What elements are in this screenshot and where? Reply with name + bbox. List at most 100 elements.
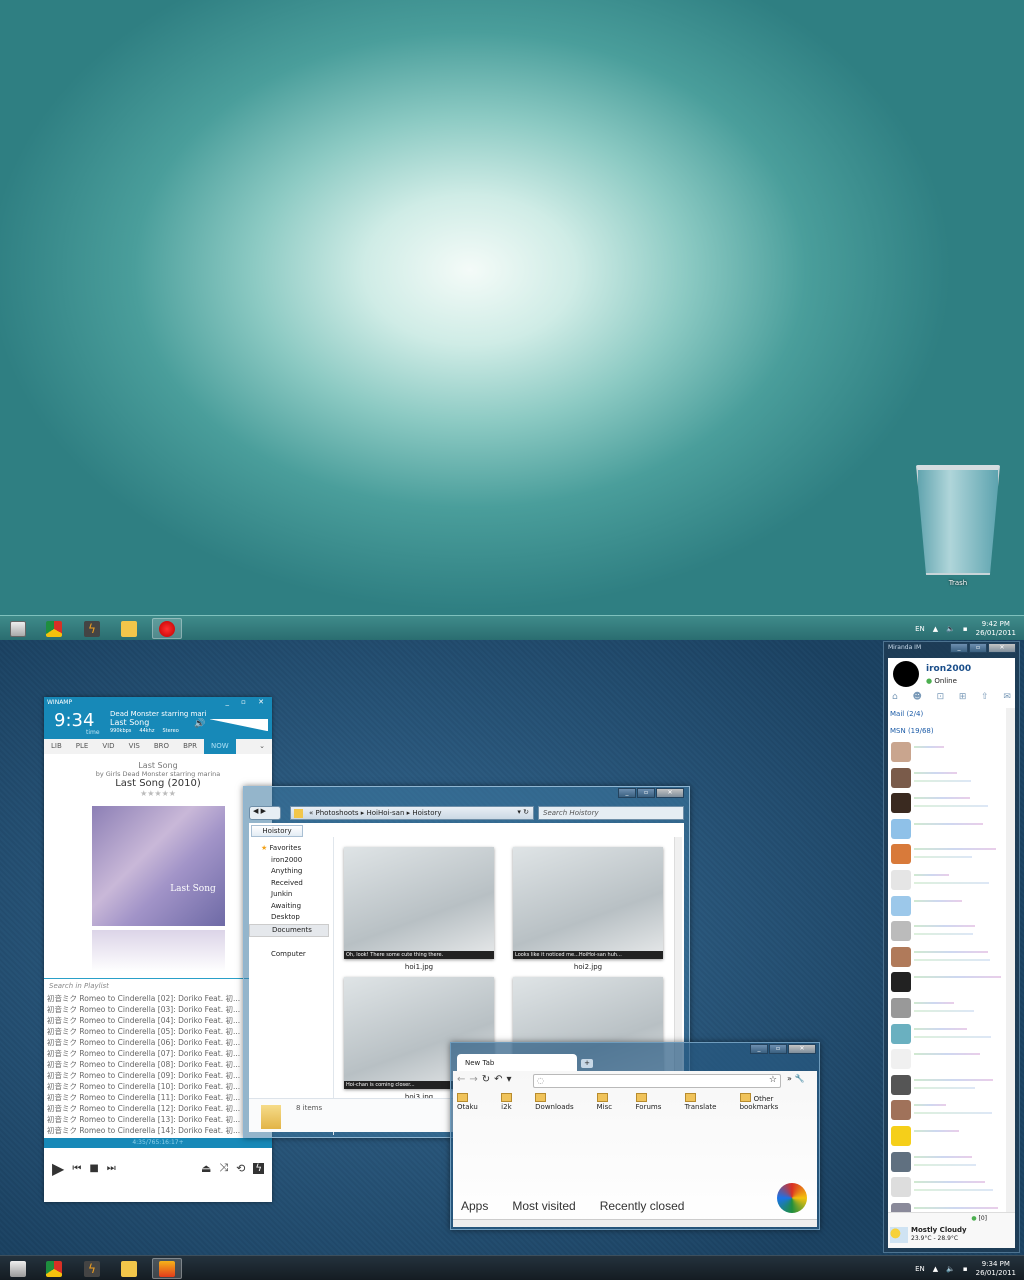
close-button[interactable]: ✕ bbox=[656, 788, 684, 798]
clock[interactable]: 9:42 PM 26/01/2011 bbox=[976, 620, 1016, 638]
tab-vid[interactable]: VID bbox=[95, 739, 121, 754]
volume-icon[interactable]: 🔊 bbox=[194, 719, 205, 729]
contact-item[interactable] bbox=[888, 1175, 1005, 1201]
playlist-item[interactable]: 初音ミク Romeo to Cinderella [06]: Doriko Fe… bbox=[47, 1037, 270, 1048]
start-button[interactable] bbox=[3, 1258, 33, 1279]
nav-item[interactable]: Received bbox=[249, 878, 329, 890]
address-bar[interactable]: « Photoshoots ▸ HoiHoi-san ▸ Hoistory ▾ … bbox=[290, 806, 534, 820]
tab-hoistory[interactable]: Hoistory bbox=[251, 825, 303, 837]
maximize-button[interactable]: ▫ bbox=[969, 643, 987, 653]
taskbar-miranda[interactable] bbox=[152, 1258, 182, 1279]
volume-icon[interactable]: 🔈 bbox=[946, 625, 955, 633]
playlist-search-input[interactable]: Search in Playlist bbox=[44, 978, 272, 993]
taskbar-winamp[interactable]: ϟ bbox=[77, 1258, 107, 1279]
playlist-item[interactable]: 初音ミク Romeo to Cinderella [12]: Doriko Fe… bbox=[47, 1103, 270, 1114]
file-name[interactable]: hoi2.jpg bbox=[513, 963, 663, 971]
contact-item[interactable] bbox=[888, 1047, 1005, 1073]
nav-item[interactable]: Anything bbox=[249, 866, 329, 878]
new-tab-button[interactable]: + bbox=[581, 1059, 593, 1068]
show-hidden-icons[interactable]: ▲ bbox=[933, 625, 938, 633]
bookmark[interactable]: Downloads bbox=[535, 1093, 586, 1111]
playlist-item[interactable]: 初音ミク Romeo to Cinderella [08]: Doriko Fe… bbox=[47, 1059, 270, 1070]
playlist-item[interactable]: 初音ミク Romeo to Cinderella [09]: Doriko Fe… bbox=[47, 1070, 270, 1081]
repeat-button[interactable]: ⟲ bbox=[236, 1162, 245, 1175]
other-bookmarks[interactable]: Other bookmarks bbox=[740, 1093, 813, 1111]
tab-new-tab[interactable]: New Tab bbox=[457, 1054, 577, 1072]
minimize-button[interactable]: _ bbox=[750, 1044, 768, 1054]
action-center-icon[interactable]: ▪ bbox=[963, 625, 968, 633]
contact-item[interactable] bbox=[888, 766, 1005, 792]
bookmark[interactable]: i2k bbox=[501, 1093, 525, 1111]
volume-slider[interactable] bbox=[210, 719, 268, 731]
winamp-window-buttons[interactable]: _ ▫ ✕ bbox=[225, 698, 269, 706]
playlist-item[interactable]: 初音ミク Romeo to Cinderella [07]: Doriko Fe… bbox=[47, 1048, 270, 1059]
contact-scrollbar[interactable] bbox=[1006, 708, 1015, 1216]
taskbar-miranda[interactable] bbox=[152, 618, 182, 639]
contact-item[interactable] bbox=[888, 919, 1005, 945]
ntp-most-visited[interactable]: Most visited bbox=[512, 1199, 575, 1213]
rating-stars[interactable]: ★★★★★ bbox=[44, 789, 272, 798]
stop-button[interactable]: ■ bbox=[89, 1163, 98, 1174]
action-center-icon[interactable]: ▪ bbox=[963, 1265, 968, 1273]
group-msn[interactable]: MSN (19/68) bbox=[890, 727, 934, 735]
nav-computer[interactable]: Computer bbox=[249, 949, 329, 961]
show-hidden-icons[interactable]: ▲ bbox=[933, 1265, 938, 1273]
nav-item[interactable]: Awaiting bbox=[249, 901, 329, 913]
language-indicator[interactable]: EN bbox=[915, 625, 925, 633]
contact-item[interactable] bbox=[888, 842, 1005, 868]
search-icon[interactable]: ⊡ bbox=[937, 692, 945, 702]
eject-button[interactable]: ⏏ bbox=[201, 1162, 211, 1175]
winamp-logo-button[interactable]: ϟ bbox=[253, 1162, 264, 1174]
group-mail[interactable]: Mail (2/4) bbox=[890, 710, 923, 718]
tab-ple[interactable]: PLE bbox=[69, 739, 96, 754]
tab-vis[interactable]: VIS bbox=[122, 739, 147, 754]
playlist-item[interactable]: 初音ミク Romeo to Cinderella [02]: Doriko Fe… bbox=[47, 993, 270, 1004]
status-icon[interactable]: ⇧ bbox=[981, 692, 989, 702]
bookmark[interactable]: Otaku bbox=[457, 1093, 491, 1111]
contact-item[interactable] bbox=[888, 1022, 1005, 1048]
contact-item[interactable] bbox=[888, 1098, 1005, 1124]
start-button[interactable] bbox=[3, 618, 33, 639]
favorites-header[interactable]: ★ Favorites bbox=[249, 843, 329, 855]
contact-item[interactable] bbox=[888, 1124, 1005, 1150]
refresh-icon[interactable]: ▾ ↻ bbox=[517, 808, 529, 816]
bookmark[interactable]: Misc bbox=[597, 1093, 626, 1111]
nav-item[interactable]: iron2000 bbox=[249, 855, 329, 867]
nav-buttons[interactable]: ←→↻↶▾ bbox=[457, 1074, 516, 1085]
play-button[interactable]: ▶ bbox=[52, 1159, 64, 1178]
taskbar-explorer[interactable] bbox=[114, 618, 144, 639]
contact-item[interactable] bbox=[888, 1150, 1005, 1176]
language-indicator[interactable]: EN bbox=[915, 1265, 925, 1273]
status-selector[interactable]: ● Online bbox=[926, 677, 957, 685]
volume-icon[interactable]: 🔈 bbox=[946, 1265, 955, 1273]
file-name[interactable]: hoi1.jpg bbox=[344, 963, 494, 971]
clock[interactable]: 9:34 PM 26/01/2011 bbox=[976, 1260, 1016, 1278]
mail-icon[interactable]: ✉ bbox=[1003, 692, 1011, 702]
avatar[interactable] bbox=[893, 661, 919, 687]
contact-item[interactable] bbox=[888, 996, 1005, 1022]
minimize-button[interactable]: _ bbox=[950, 643, 968, 653]
contact-item[interactable] bbox=[888, 817, 1005, 843]
nav-item[interactable]: Desktop bbox=[249, 912, 329, 924]
home-icon[interactable]: ⌂ bbox=[892, 692, 898, 702]
contact-item[interactable] bbox=[888, 970, 1005, 996]
contact-item[interactable] bbox=[888, 868, 1005, 894]
file-thumbnail[interactable]: Looks like it noticed me...HoiHoi-san hu… bbox=[513, 847, 663, 959]
taskbar-winamp[interactable]: ϟ bbox=[77, 618, 107, 639]
horizontal-scrollbar[interactable] bbox=[453, 1219, 817, 1227]
playlist-item[interactable]: 初音ミク Romeo to Cinderella [14]: Doriko Fe… bbox=[47, 1125, 270, 1136]
taskbar-explorer[interactable] bbox=[114, 1258, 144, 1279]
search-input[interactable]: Search Hoistory bbox=[538, 806, 684, 820]
playlist-item[interactable]: 初音ミク Romeo to Cinderella [13]: Doriko Fe… bbox=[47, 1114, 270, 1125]
user-icon[interactable]: ☻ bbox=[912, 692, 921, 702]
omnibox[interactable]: ◌ ☆ bbox=[533, 1074, 781, 1088]
taskbar-chrome[interactable] bbox=[39, 618, 69, 639]
maximize-button[interactable]: ▫ bbox=[769, 1044, 787, 1054]
ntp-recently-closed[interactable]: Recently closed bbox=[600, 1199, 685, 1213]
back-forward-buttons[interactable]: ◀ ▶ bbox=[249, 806, 281, 820]
taskbar-chrome[interactable] bbox=[39, 1258, 69, 1279]
contact-item[interactable] bbox=[888, 791, 1005, 817]
tab-bro[interactable]: BRO bbox=[147, 739, 176, 754]
nav-item-selected[interactable]: Documents bbox=[249, 923, 329, 937]
bookmark[interactable]: Forums bbox=[636, 1093, 675, 1111]
